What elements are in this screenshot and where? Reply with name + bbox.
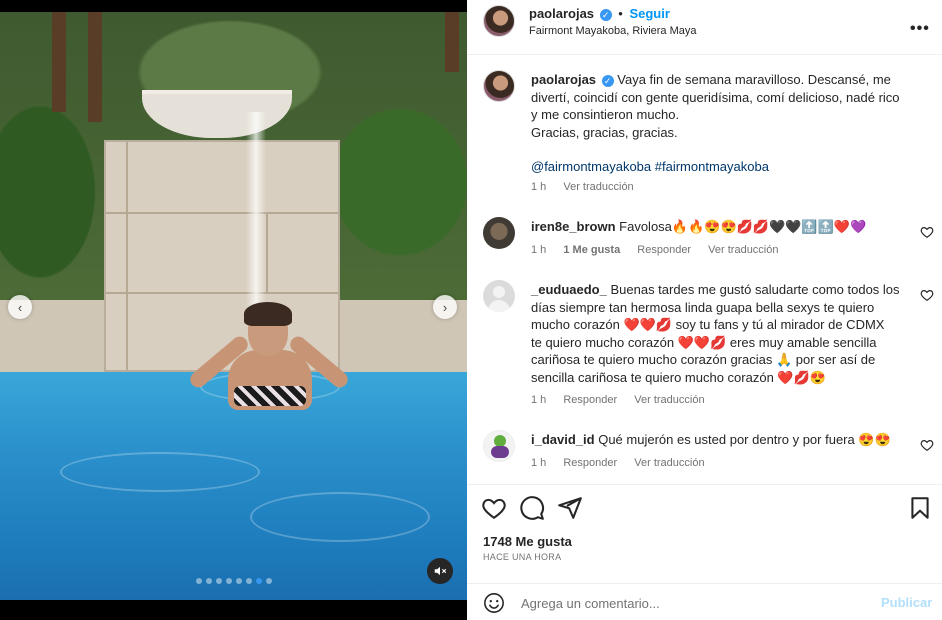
- bookmark-icon[interactable]: [907, 495, 933, 521]
- like-heart-icon[interactable]: [481, 495, 507, 521]
- emoji-smiley-icon[interactable]: [483, 592, 505, 614]
- separator-dot: •: [618, 6, 623, 21]
- caption-line: y me consintieron mucho.: [531, 107, 680, 122]
- photo-waterfall: [246, 112, 266, 312]
- comment-item: i_david_id Qué mujerón es usted por dent…: [483, 430, 934, 480]
- carousel-dot: [196, 578, 202, 584]
- translate-link[interactable]: Ver traducción: [634, 457, 704, 469]
- comment-timestamp[interactable]: 1 h: [531, 244, 546, 256]
- comment-item: _euduaedo_ Buenas tardes me gustó saluda…: [483, 280, 934, 410]
- mute-button[interactable]: [427, 558, 453, 584]
- comment-text: _euduaedo_ Buenas tardes me gustó saluda…: [531, 281, 916, 386]
- caption-line: Gracias, gracias, gracias.: [531, 124, 678, 140]
- comment-meta: 1 h Responder Ver traducción: [531, 457, 719, 469]
- comment-input[interactable]: [521, 592, 861, 614]
- caption-line: Vaya fin de semana maravilloso. Descansé…: [617, 72, 891, 87]
- commenter-avatar[interactable]: [483, 280, 515, 312]
- post-location[interactable]: Fairmont Mayakoba, Riviera Maya: [529, 25, 697, 37]
- carousel-dot: [266, 578, 272, 584]
- post-media: ‹ ›: [0, 0, 467, 620]
- share-paper-plane-icon[interactable]: [557, 495, 583, 521]
- verified-badge-icon: ✓: [601, 74, 614, 87]
- carousel-dot: [236, 578, 242, 584]
- comment-line: Buenas tardes me gustó saludarte como to…: [610, 282, 900, 297]
- carousel-dot: [246, 578, 252, 584]
- caption-mention-link[interactable]: @fairmontmayakoba: [531, 159, 651, 174]
- comment-line: cariñosa te quiero mucho corazón gracias…: [531, 352, 876, 367]
- caption-meta: 1 h Ver traducción: [531, 181, 648, 193]
- translate-link[interactable]: Ver traducción: [634, 394, 704, 406]
- caption-hashtag-link[interactable]: #fairmontmayakoba: [655, 159, 769, 174]
- commenter-avatar[interactable]: [483, 217, 515, 249]
- carousel-dot: [226, 578, 232, 584]
- chevron-left-icon: ‹: [17, 299, 23, 315]
- comment-text: iren8e_brown Favolosa🔥🔥😍😍💋💋🖤🖤🔝🔝❤️💜: [531, 218, 911, 236]
- like-comment-heart-icon[interactable]: [920, 288, 934, 302]
- speaker-muted-icon: [434, 566, 447, 576]
- like-comment-heart-icon[interactable]: [920, 438, 934, 452]
- chevron-right-icon: ›: [442, 299, 448, 315]
- comment-line: sencilla cariñosa te quiero mucho corazó…: [531, 369, 826, 385]
- comment-line: te quiero mucho corazón ❤️❤️💋 eres muy a…: [531, 334, 877, 350]
- comment-body: Favolosa🔥🔥😍😍💋💋🖤🖤🔝🔝❤️💜: [619, 219, 867, 234]
- like-comment-heart-icon[interactable]: [920, 225, 934, 239]
- reply-button[interactable]: Responder: [563, 394, 617, 406]
- carousel-indicator: [196, 578, 272, 584]
- comment-timestamp[interactable]: 1 h: [531, 394, 546, 406]
- comment-likes-count[interactable]: 1 Me gusta: [563, 244, 620, 256]
- comment-meta: 1 h 1 Me gusta Responder Ver traducción: [531, 244, 793, 256]
- follow-button[interactable]: Seguir: [629, 6, 669, 21]
- photo-fountain-pillar: [104, 140, 340, 372]
- post-photo[interactable]: [0, 12, 467, 600]
- caption-author-username[interactable]: paolarojas: [531, 72, 596, 87]
- photo-tree-trunk: [445, 12, 459, 72]
- verified-badge-icon: ✓: [599, 8, 612, 21]
- photo-tree-trunk: [88, 12, 102, 122]
- carousel-dot: [206, 578, 212, 584]
- caption-translate-link[interactable]: Ver traducción: [563, 181, 633, 193]
- comment-meta: 1 h Responder Ver traducción: [531, 394, 719, 406]
- more-options-icon[interactable]: •••: [910, 20, 930, 38]
- comment-body: Qué mujerón es usted por dentro y por fu…: [598, 432, 891, 447]
- translate-link[interactable]: Ver traducción: [708, 244, 778, 256]
- commenter-username[interactable]: iren8e_brown: [531, 219, 616, 234]
- carousel-prev-button[interactable]: ‹: [8, 295, 32, 319]
- commenter-username[interactable]: i_david_id: [531, 432, 595, 447]
- comments-section: paolarojas ✓ Vaya fin de semana maravill…: [467, 56, 942, 484]
- comment-bubble-icon[interactable]: [519, 495, 545, 521]
- commenter-username[interactable]: _euduaedo_: [531, 282, 607, 297]
- photo-person-swimsuit: [234, 386, 306, 406]
- post-caption: paolarojas ✓ Vaya fin de semana maravill…: [483, 70, 933, 200]
- post-likes-count[interactable]: 1748 Me gusta: [483, 534, 572, 549]
- comment-composer: Publicar: [467, 583, 942, 620]
- post-header: paolarojas ✓ • Seguir Fairmont Mayakoba,…: [467, 0, 942, 55]
- comment-line: mucho corazón ❤️❤️💋 soy tu fans y tú al …: [531, 317, 885, 332]
- comment-item: iren8e_brown Favolosa🔥🔥😍😍💋💋🖤🖤🔝🔝❤️💜 1 h 1…: [483, 217, 934, 267]
- reply-button[interactable]: Responder: [637, 244, 691, 256]
- post-timestamp[interactable]: HACE UNA HORA: [483, 552, 561, 562]
- caption-author-avatar[interactable]: [483, 70, 515, 102]
- caption-text: paolarojas ✓ Vaya fin de semana maravill…: [531, 71, 931, 176]
- comment-timestamp[interactable]: 1 h: [531, 457, 546, 469]
- carousel-dot: [216, 578, 222, 584]
- commenter-avatar[interactable]: [483, 430, 515, 462]
- carousel-next-button[interactable]: ›: [433, 295, 457, 319]
- post-panel: paolarojas ✓ • Seguir Fairmont Mayakoba,…: [467, 0, 942, 620]
- carousel-dot: [256, 578, 262, 584]
- publish-comment-button[interactable]: Publicar: [881, 595, 932, 610]
- author-avatar[interactable]: [483, 5, 515, 37]
- caption-timestamp[interactable]: 1 h: [531, 181, 546, 193]
- photo-person-hair: [244, 302, 292, 326]
- photo-tree-trunk: [52, 12, 66, 112]
- caption-line: divertí, coincidí con gente queridísima,…: [531, 89, 900, 105]
- reply-button[interactable]: Responder: [563, 457, 617, 469]
- author-username[interactable]: paolarojas: [529, 6, 594, 21]
- comment-text: i_david_id Qué mujerón es usted por dent…: [531, 431, 916, 449]
- comment-line: días siempre tan hermosa linda guapa bel…: [531, 299, 875, 315]
